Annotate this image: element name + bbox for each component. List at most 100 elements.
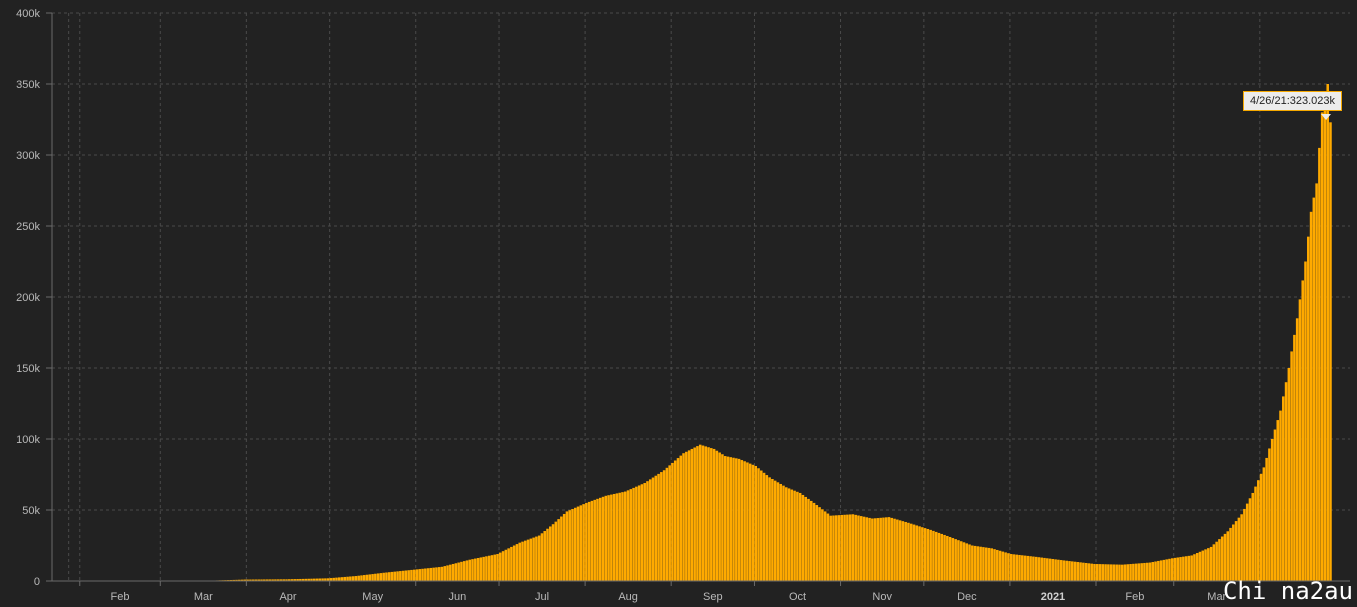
bar[interactable] bbox=[601, 496, 605, 581]
bar[interactable] bbox=[912, 524, 916, 581]
bar[interactable] bbox=[815, 505, 819, 581]
bar[interactable] bbox=[440, 566, 444, 581]
bar[interactable] bbox=[1320, 112, 1324, 582]
bar[interactable] bbox=[1023, 555, 1027, 581]
bar[interactable] bbox=[743, 461, 746, 581]
bar[interactable] bbox=[618, 492, 621, 581]
bar[interactable] bbox=[1029, 556, 1032, 581]
bar[interactable] bbox=[896, 519, 899, 581]
bar[interactable] bbox=[368, 574, 372, 581]
bar[interactable] bbox=[546, 528, 549, 581]
bar[interactable] bbox=[1126, 564, 1130, 581]
bar[interactable] bbox=[676, 458, 680, 581]
bar[interactable] bbox=[1034, 556, 1038, 581]
bar[interactable] bbox=[1304, 261, 1307, 582]
bar[interactable] bbox=[1301, 280, 1304, 581]
bar[interactable] bbox=[787, 488, 791, 581]
bar[interactable] bbox=[465, 560, 469, 581]
bar[interactable] bbox=[732, 457, 735, 581]
bar[interactable] bbox=[487, 555, 491, 581]
bar[interactable] bbox=[460, 561, 463, 581]
bar[interactable] bbox=[585, 502, 588, 581]
bar[interactable] bbox=[629, 489, 633, 581]
bar[interactable] bbox=[976, 546, 980, 581]
bar[interactable] bbox=[451, 563, 455, 581]
bar[interactable] bbox=[907, 522, 910, 581]
bar[interactable] bbox=[757, 468, 760, 581]
bar[interactable] bbox=[765, 475, 769, 581]
bar[interactable] bbox=[721, 454, 724, 581]
bar[interactable] bbox=[1257, 480, 1260, 581]
bar[interactable] bbox=[354, 576, 358, 581]
bar[interactable] bbox=[360, 575, 363, 581]
bar[interactable] bbox=[1098, 564, 1102, 581]
bar[interactable] bbox=[648, 479, 652, 581]
bar[interactable] bbox=[399, 571, 402, 581]
bar[interactable] bbox=[1120, 564, 1124, 581]
bar[interactable] bbox=[1076, 562, 1080, 581]
bar[interactable] bbox=[357, 575, 360, 581]
bar[interactable] bbox=[957, 540, 960, 581]
bar[interactable] bbox=[1240, 514, 1243, 581]
bar[interactable] bbox=[1295, 318, 1299, 581]
bar[interactable] bbox=[1259, 473, 1263, 581]
bar[interactable] bbox=[1145, 562, 1149, 581]
bar[interactable] bbox=[1132, 563, 1135, 581]
bar[interactable] bbox=[679, 455, 683, 581]
bar[interactable] bbox=[773, 480, 777, 581]
bar[interactable] bbox=[337, 577, 341, 581]
bar[interactable] bbox=[882, 517, 885, 581]
bar[interactable] bbox=[1168, 558, 1171, 581]
bar[interactable] bbox=[479, 557, 483, 581]
bar[interactable] bbox=[651, 477, 655, 581]
bar[interactable] bbox=[510, 546, 513, 581]
bar[interactable] bbox=[1062, 560, 1066, 581]
bar[interactable] bbox=[729, 457, 733, 581]
bar[interactable] bbox=[565, 511, 569, 581]
bar[interactable] bbox=[371, 574, 374, 581]
bar[interactable] bbox=[504, 549, 508, 581]
bar[interactable] bbox=[499, 552, 502, 581]
bar[interactable] bbox=[387, 572, 391, 581]
bar[interactable] bbox=[937, 532, 941, 581]
bar[interactable] bbox=[915, 525, 919, 581]
bar[interactable] bbox=[698, 444, 702, 581]
bar[interactable] bbox=[576, 506, 580, 581]
bar[interactable] bbox=[435, 567, 438, 581]
bar[interactable] bbox=[421, 568, 424, 581]
bar[interactable] bbox=[1046, 558, 1049, 581]
bar[interactable] bbox=[898, 520, 902, 581]
bar[interactable] bbox=[1173, 557, 1177, 581]
bar[interactable] bbox=[834, 515, 838, 581]
bar[interactable] bbox=[1159, 560, 1163, 581]
bar[interactable] bbox=[349, 576, 352, 581]
bar[interactable] bbox=[1243, 508, 1246, 581]
bar[interactable] bbox=[868, 517, 871, 581]
bar[interactable] bbox=[335, 577, 338, 581]
bar[interactable] bbox=[1001, 551, 1005, 581]
bar[interactable] bbox=[396, 571, 399, 581]
bar[interactable] bbox=[921, 527, 924, 581]
bar[interactable] bbox=[1015, 554, 1018, 581]
bar[interactable] bbox=[632, 487, 635, 581]
bar[interactable] bbox=[1162, 559, 1166, 581]
bar[interactable] bbox=[660, 472, 663, 581]
bar[interactable] bbox=[1270, 439, 1274, 581]
bar[interactable] bbox=[768, 477, 771, 581]
bar[interactable] bbox=[382, 572, 385, 581]
bar[interactable] bbox=[1279, 410, 1282, 581]
bar[interactable] bbox=[485, 556, 488, 581]
bar[interactable] bbox=[782, 485, 785, 581]
bar[interactable] bbox=[718, 452, 721, 581]
bar[interactable] bbox=[1151, 562, 1155, 581]
bar[interactable] bbox=[771, 479, 774, 581]
bar[interactable] bbox=[804, 496, 807, 581]
bar[interactable] bbox=[560, 516, 563, 581]
bar[interactable] bbox=[1071, 561, 1074, 581]
bar[interactable] bbox=[987, 547, 991, 581]
bar[interactable] bbox=[637, 485, 641, 581]
bar[interactable] bbox=[790, 489, 794, 581]
bar[interactable] bbox=[1123, 564, 1127, 581]
bar[interactable] bbox=[635, 486, 638, 581]
bar[interactable] bbox=[529, 538, 533, 581]
